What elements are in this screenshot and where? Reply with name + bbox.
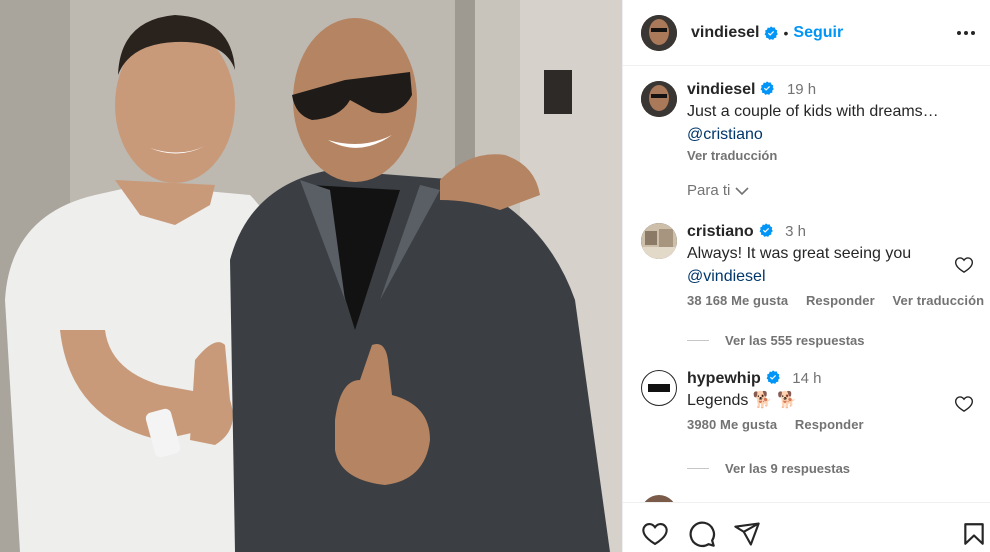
comment-likes[interactable]: 38 168 Me gusta (687, 293, 788, 308)
heart-icon[interactable] (954, 394, 974, 414)
comment-username[interactable]: hypewhip (687, 370, 761, 387)
post-image (0, 0, 622, 552)
comment-reply-button[interactable]: Responder (806, 293, 875, 308)
sort-selector[interactable]: Para ti (687, 182, 749, 199)
replies-label: Ver las 555 respuestas (725, 333, 865, 348)
author-username[interactable]: vindiesel (691, 24, 759, 42)
caption-username[interactable]: vindiesel (687, 81, 755, 98)
comment-icon[interactable] (688, 520, 716, 548)
post-photo[interactable] (0, 0, 622, 552)
post-sidebar: vindiesel • Seguir vindiesel 19 h Just a… (622, 0, 990, 552)
comment-mention[interactable]: @vindiesel (687, 266, 967, 287)
comment-text: Always! It was great seeing you (687, 245, 912, 262)
bookmark-icon[interactable] (961, 520, 989, 548)
verified-badge-icon (761, 81, 775, 95)
header-separator: • (783, 24, 789, 41)
caption-time[interactable]: 19 h (787, 81, 816, 98)
comment-text: Legends 🐕 🐕 (687, 392, 798, 409)
author-avatar[interactable] (641, 14, 677, 51)
comment-username[interactable]: cristiano (687, 223, 754, 240)
more-options-icon[interactable] (955, 22, 977, 44)
heart-icon[interactable] (954, 255, 974, 275)
caption-avatar[interactable] (641, 81, 677, 117)
send-icon[interactable] (733, 520, 761, 548)
comment-time[interactable]: 3 h (785, 223, 806, 240)
caption: vindiesel 19 h Just a couple of kids wit… (641, 81, 986, 171)
comment-reply-button[interactable]: Responder (795, 417, 864, 432)
verified-badge-icon (765, 25, 779, 40)
caption-text: Just a couple of kids with dreams… (687, 103, 939, 120)
comment-cristiano: cristiano 3 h Always! It was great seein… (641, 223, 986, 323)
caption-translate-link[interactable]: Ver traducción (687, 148, 967, 163)
chevron-down-icon (735, 186, 749, 195)
replies-label: Ver las 9 respuestas (725, 461, 851, 476)
action-bar (623, 502, 990, 552)
comment-avatar[interactable] (641, 370, 677, 406)
heart-icon[interactable] (641, 520, 669, 548)
comment-avatar[interactable] (641, 223, 677, 259)
comment-likes[interactable]: 3980 Me gusta (687, 417, 777, 432)
comment-translate-link[interactable]: Ver traducción (892, 293, 984, 308)
follow-button[interactable]: Seguir (793, 24, 843, 42)
view-replies-hypewhip[interactable]: Ver las 9 respuestas (687, 461, 850, 476)
verified-badge-icon (766, 370, 780, 384)
post-header: vindiesel • Seguir (623, 0, 990, 66)
sort-label: Para ti (687, 182, 731, 199)
hypewhip-logo (648, 384, 670, 392)
caption-mention[interactable]: @cristiano (687, 124, 967, 145)
view-replies-cristiano[interactable]: Ver las 555 respuestas (687, 333, 865, 348)
comment-time[interactable]: 14 h (792, 370, 821, 387)
comment-avatar[interactable] (641, 495, 677, 502)
comment-hypewhip: hypewhip 14 h Legends 🐕 🐕 3980 Me gusta … (641, 370, 986, 450)
verified-badge-icon (759, 223, 773, 237)
comments-list[interactable]: vindiesel 19 h Just a couple of kids wit… (623, 67, 990, 502)
